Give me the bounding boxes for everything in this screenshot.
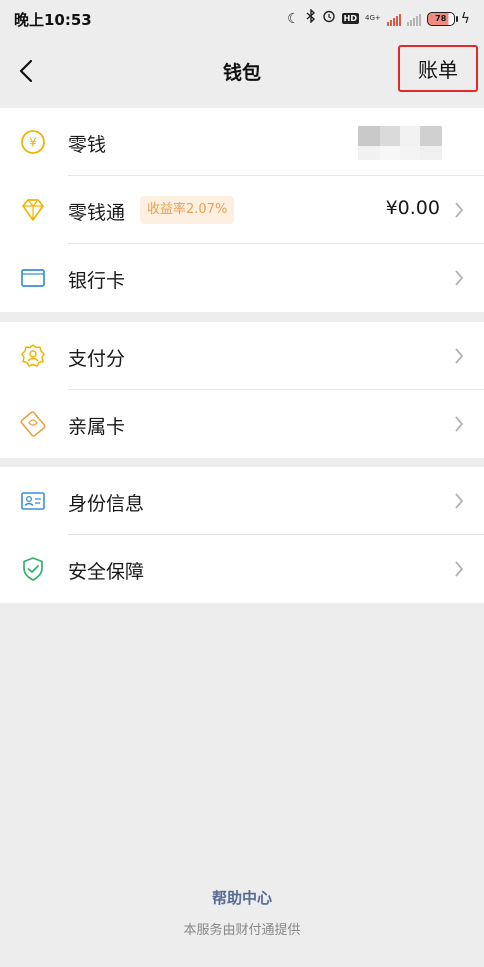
yuan-coin-icon: ¥ <box>21 130 45 154</box>
help-center-link[interactable]: 帮助中心 <box>0 887 484 908</box>
signal-icon <box>386 12 401 26</box>
balance-hidden-value <box>358 126 442 160</box>
list-item-label: 亲属卡 <box>68 416 126 438</box>
battery-icon: 78 <box>426 11 458 26</box>
svg-text:¥: ¥ <box>29 136 37 150</box>
list-item-label: 零钱 <box>68 134 107 156</box>
diamond-icon <box>22 199 44 221</box>
list-item-label: 身份信息 <box>68 493 145 515</box>
list-item-label: 零钱通 <box>68 202 126 224</box>
list-item-identity[interactable]: 身份信息 <box>0 467 484 535</box>
alarm-icon <box>322 9 336 28</box>
list-item-bank-card[interactable]: 银行卡 <box>0 244 484 312</box>
list-item-label: 银行卡 <box>68 270 126 292</box>
balance-value: ¥0.00 <box>385 197 440 219</box>
pay-score-icon <box>21 344 45 367</box>
list-item-security[interactable]: 安全保障 <box>0 535 484 603</box>
family-card-icon <box>20 411 46 437</box>
wallet-group-credit: 支付分 亲属卡 <box>0 322 484 458</box>
wallet-group-balance: ¥ 零钱 零钱通 收益率2.07% ¥0.00 银行卡 <box>0 108 484 312</box>
list-item-label: 安全保障 <box>68 561 145 583</box>
status-bar: 晚上10:53 ☾ HD 4G+ 78 ϟ <box>0 0 484 38</box>
list-item-label: 支付分 <box>68 348 126 370</box>
charging-icon: ϟ <box>460 10 470 27</box>
chevron-right-icon <box>455 493 464 509</box>
chevron-right-icon <box>455 270 464 286</box>
list-item-lingqiantong[interactable]: 零钱通 收益率2.07% ¥0.00 <box>0 176 484 244</box>
chevron-right-icon <box>455 561 464 577</box>
id-card-icon <box>21 492 45 510</box>
chevron-right-icon <box>455 348 464 364</box>
provider-note: 本服务由财付通提供 <box>183 923 301 938</box>
signal-secondary-icon <box>406 12 421 26</box>
list-item-pay-score[interactable]: 支付分 <box>0 322 484 390</box>
chevron-right-icon <box>455 416 464 432</box>
nav-bar: 钱包 账单 <box>0 38 484 106</box>
network-type: 4G+ <box>365 14 381 22</box>
moon-icon: ☾ <box>287 10 300 27</box>
list-item-family-card[interactable]: 亲属卡 <box>0 390 484 458</box>
status-icons: ☾ HD 4G+ 78 ϟ <box>287 8 470 28</box>
bill-button[interactable]: 账单 <box>398 45 478 92</box>
bank-card-icon <box>21 269 45 287</box>
list-item-change[interactable]: ¥ 零钱 <box>0 108 484 176</box>
wallet-group-security: 身份信息 安全保障 <box>0 467 484 603</box>
yield-badge: 收益率2.07% <box>140 196 235 224</box>
hd-icon: HD <box>341 13 359 24</box>
status-time: 晚上10:53 <box>14 11 92 29</box>
shield-check-icon <box>23 557 43 581</box>
bluetooth-icon <box>306 8 316 28</box>
chevron-right-icon <box>455 202 464 218</box>
